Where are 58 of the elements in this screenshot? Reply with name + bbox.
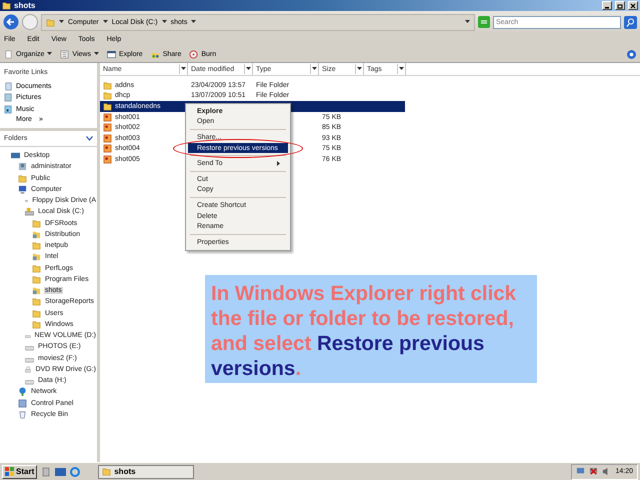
shared-folder-icon [32, 230, 41, 239]
back-button[interactable] [3, 14, 19, 30]
shared-folder-icon [32, 286, 41, 296]
submenu-arrow-icon [277, 161, 280, 166]
music-icon [4, 104, 13, 114]
collapse-icon[interactable] [86, 136, 93, 141]
start-button[interactable]: Start [2, 464, 38, 478]
recycle-bin-icon [18, 410, 27, 419]
caret-icon [47, 52, 52, 56]
documents-icon [4, 82, 13, 90]
close-icon [630, 2, 636, 8]
caret-icon [246, 67, 251, 71]
folder-icon [32, 241, 41, 250]
desktop-icon[interactable] [55, 466, 66, 476]
windows-logo-icon [5, 467, 14, 476]
computer-icon [18, 184, 27, 194]
close-button[interactable] [628, 1, 638, 10]
caret-icon [181, 67, 186, 71]
image-file-icon [103, 112, 112, 122]
folder-icon [46, 18, 55, 26]
taskbar-button[interactable]: shots [98, 464, 194, 478]
arrow-icon [102, 20, 108, 24]
folder-icon [32, 218, 41, 228]
refresh-button[interactable] [478, 16, 490, 28]
shared-folder-icon [32, 252, 41, 262]
restore-icon [617, 2, 623, 8]
arrow-icon [191, 20, 196, 24]
restore-button[interactable] [615, 1, 625, 10]
browser-icon[interactable] [70, 466, 80, 476]
caret-icon [357, 67, 362, 71]
user-icon [18, 162, 27, 172]
monitor-icon[interactable] [589, 467, 598, 476]
pictures-icon [4, 93, 13, 102]
caret-icon [94, 52, 99, 56]
image-file-icon [103, 123, 112, 132]
desktop-icon [11, 151, 20, 160]
disc-icon [189, 50, 198, 58]
share-icon [150, 50, 160, 58]
search-icon[interactable] [624, 16, 637, 28]
minimize-button[interactable] [602, 1, 612, 10]
folder-icon [102, 467, 112, 476]
dvd-drive-icon [25, 364, 32, 374]
views-icon [60, 50, 70, 58]
local-disk-icon [25, 207, 34, 216]
folder-icon [18, 174, 27, 183]
caret-icon [399, 67, 404, 71]
callout-text: In Windows Explorer right click the file or folder to be restored, and select Restore previous versions. [211, 281, 518, 381]
dropdown-icon [465, 20, 470, 24]
server-icon[interactable] [41, 466, 52, 476]
document-icon [4, 50, 13, 58]
image-file-icon [103, 134, 112, 143]
arrow-icon [59, 20, 64, 24]
window-icon [106, 50, 116, 58]
arrow-icon [162, 20, 167, 24]
window-title: shots [14, 1, 36, 10]
image-file-icon [103, 144, 112, 154]
image-file-icon [103, 154, 112, 164]
caret-icon [312, 67, 317, 71]
